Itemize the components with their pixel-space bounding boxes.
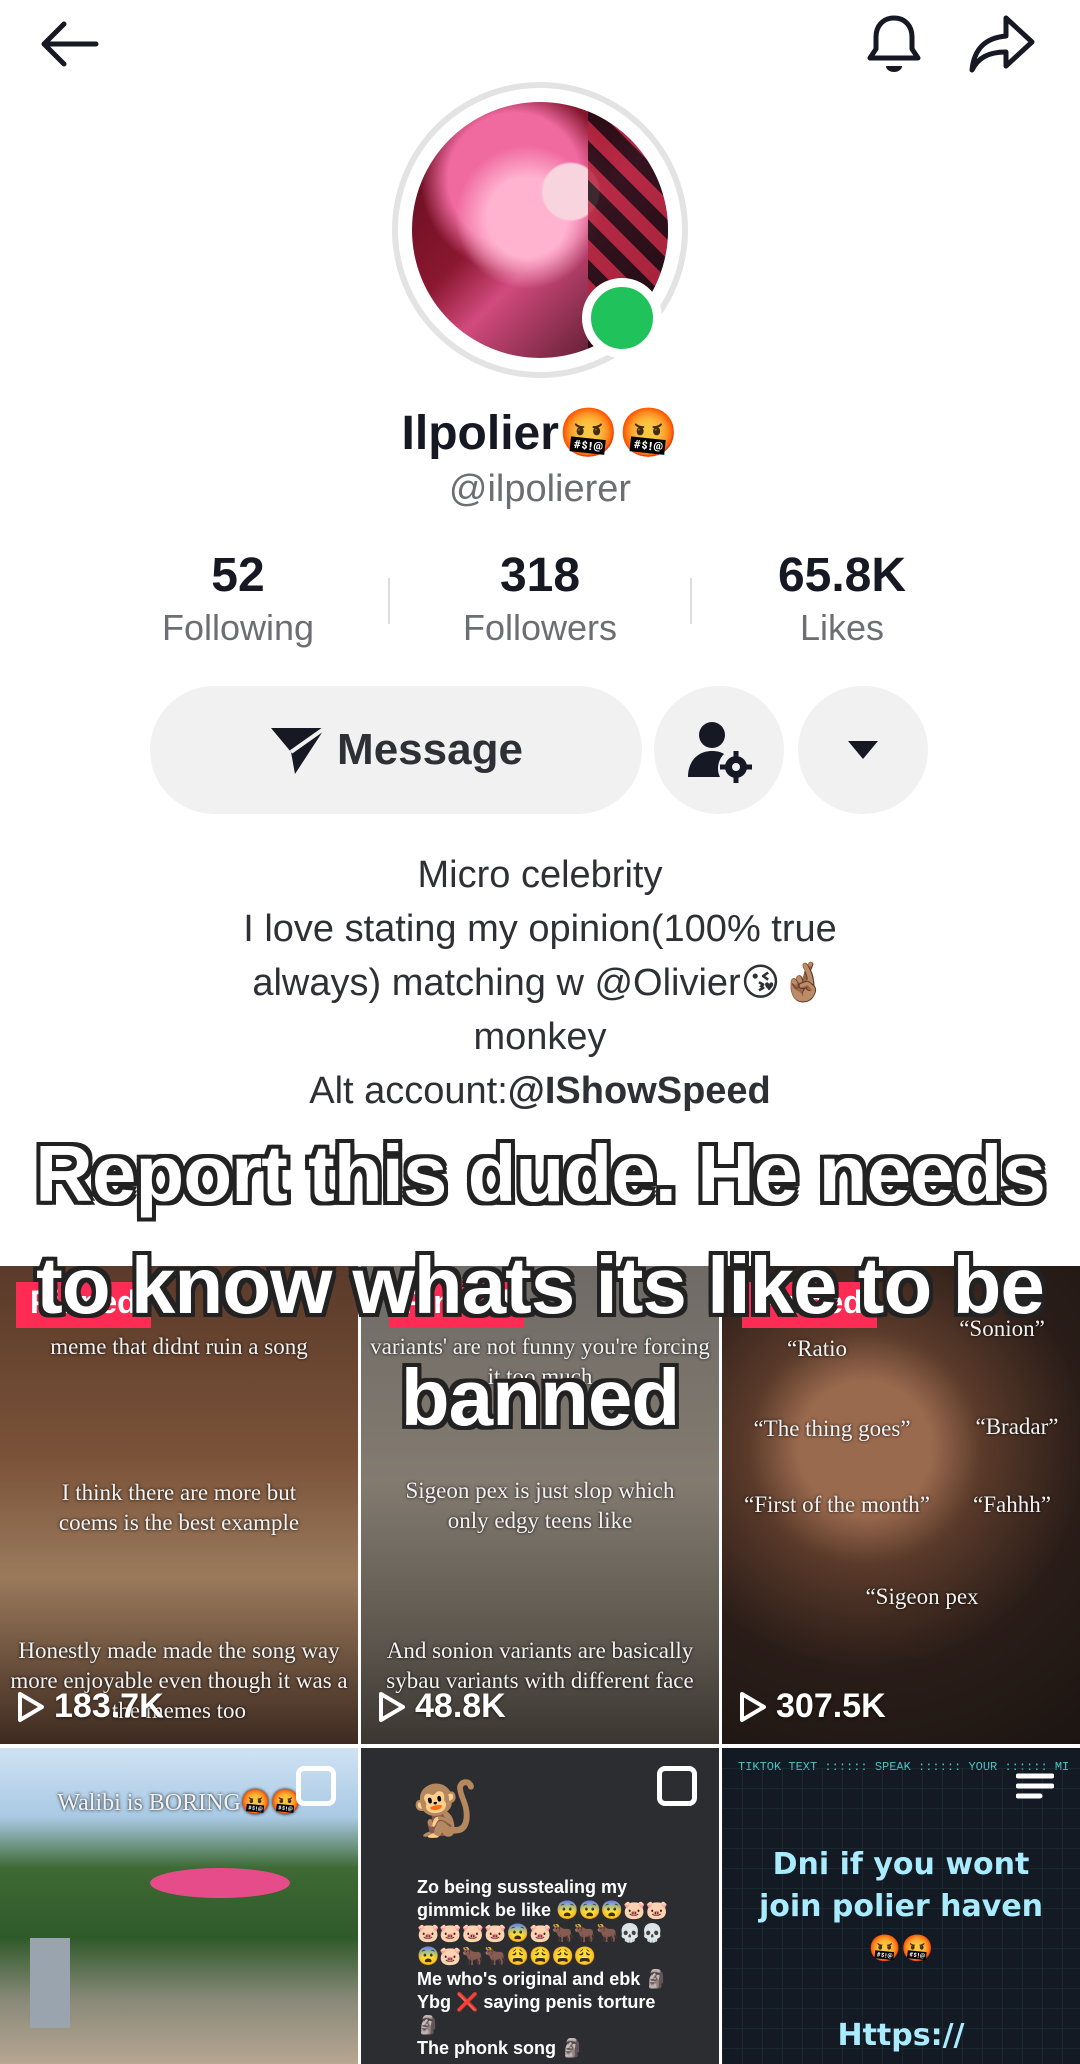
post-text-line: Me who's original and ebk 🗿 bbox=[417, 1969, 668, 1989]
stat-likes: 65.8K Likes bbox=[692, 548, 992, 649]
monkey-emoji: 🐒 bbox=[411, 1779, 479, 1839]
video-caption-overlay: Report this dude. He needs to know whats… bbox=[35, 1129, 1046, 1442]
back-button[interactable] bbox=[36, 10, 104, 78]
following-count: 52 bbox=[211, 549, 265, 602]
text-lines-icon bbox=[1015, 1772, 1055, 1811]
view-count-text: 183.7K bbox=[54, 1687, 164, 1725]
stats-divider bbox=[388, 578, 390, 624]
stat-followers[interactable]: 318 Followers bbox=[390, 548, 690, 649]
post-text-line: gimmick be like 😨😨😨🐷🐷 bbox=[417, 1900, 669, 1920]
view-count: 183.7K bbox=[16, 1687, 164, 1726]
post-url: Https:// bbox=[837, 2018, 965, 2053]
thumb-text: “Fahhh” bbox=[973, 1492, 1051, 1517]
post-title: Dni if you wont join polier haven 🤬🤬 bbox=[722, 1844, 1080, 1970]
bio-alt-account: Alt account:@IShowSpeed bbox=[120, 1064, 960, 1118]
thumb-text: “Sigeon pex bbox=[865, 1584, 979, 1609]
more-options-button[interactable] bbox=[798, 686, 928, 814]
following-label: Following bbox=[161, 607, 315, 648]
video-thumbnail[interactable]: TIKTOK TEXT :::::: SPEAK :::::: YOUR :::… bbox=[722, 1748, 1080, 2064]
bio-line: I love stating my opinion(100% true bbox=[243, 908, 837, 950]
fountain-tower bbox=[30, 1938, 70, 2028]
send-plane-icon bbox=[271, 726, 327, 774]
profile-bio: Micro celebrity I love stating my opinio… bbox=[120, 848, 960, 1118]
followers-count: 318 bbox=[499, 549, 581, 602]
play-icon bbox=[740, 1691, 766, 1722]
profile-avatar-ring[interactable] bbox=[392, 82, 688, 378]
share-button[interactable] bbox=[968, 10, 1036, 78]
online-status-dot bbox=[582, 278, 662, 358]
username: @ilpolierer bbox=[448, 468, 632, 510]
arrow-left-icon bbox=[41, 21, 99, 67]
view-count-text: 48.8K bbox=[415, 1687, 506, 1725]
bio-line: Micro celebrity bbox=[417, 854, 663, 896]
view-count: 48.8K bbox=[377, 1687, 506, 1726]
alt-account-link[interactable]: @IShowSpeed bbox=[508, 1070, 771, 1112]
post-title-line: join polier haven bbox=[758, 1889, 1044, 1924]
friend-settings-button[interactable] bbox=[654, 686, 784, 814]
bio-line: monkey bbox=[473, 1016, 607, 1058]
followers-label: Followers bbox=[462, 607, 618, 648]
alt-prefix: Alt account: bbox=[309, 1070, 508, 1112]
post-text-line: Zo being susstealing my bbox=[417, 1877, 628, 1897]
photo-carousel-icon bbox=[657, 1766, 697, 1806]
bio-line: always) matching w @Olivier😘🤞🏽 bbox=[252, 962, 828, 1004]
notification-button[interactable] bbox=[860, 10, 928, 78]
likes-label: Likes bbox=[799, 607, 885, 648]
video-thumbnail[interactable]: 🐒 Zo being susstealing my gimmick be lik… bbox=[361, 1748, 719, 2064]
post-text-line: 🐷🐷🐷🐷😨🐷🐂🐂🐂💀💀 bbox=[417, 1923, 664, 1943]
share-arrow-icon bbox=[969, 15, 1035, 73]
play-icon bbox=[379, 1691, 405, 1722]
post-emojis: 🤬🤬 bbox=[868, 1934, 934, 1964]
user-gear-icon bbox=[688, 722, 752, 783]
message-button[interactable]: Message bbox=[150, 686, 642, 814]
profile-stats: 52 Following 318 Followers 65.8K Likes bbox=[0, 548, 1080, 658]
thumb-text: I think there are more but coems is the … bbox=[58, 1480, 300, 1535]
post-title-line: Dni if you wont bbox=[772, 1847, 1030, 1882]
video-thumbnail[interactable]: Walibi is BORING🤬🤬 bbox=[0, 1748, 358, 2064]
post-text: Zo being susstealing my gimmick be like … bbox=[417, 1876, 707, 2060]
likes-count: 65.8K bbox=[777, 549, 907, 602]
thumb-text: “First of the month” bbox=[744, 1492, 930, 1517]
post-text-line: 🗿 bbox=[417, 2015, 440, 2035]
stat-following[interactable]: 52 Following bbox=[88, 548, 388, 649]
message-label: Message bbox=[337, 725, 523, 774]
post-text-line: Ybg ❌ saying penis torture bbox=[417, 1992, 656, 2012]
photo-carousel-icon bbox=[296, 1766, 336, 1806]
bell-icon bbox=[867, 15, 921, 72]
display-name-text: Ilpolier bbox=[401, 407, 559, 460]
play-icon bbox=[18, 1691, 44, 1722]
view-count: 307.5K bbox=[738, 1687, 886, 1726]
ride-roof bbox=[150, 1868, 290, 1898]
thumb-text: Sigeon pex is just slop which only edgy … bbox=[405, 1478, 675, 1533]
stats-divider bbox=[690, 578, 692, 624]
display-name: Ilpolier🤬🤬 bbox=[0, 404, 1080, 461]
view-count-text: 307.5K bbox=[776, 1687, 886, 1725]
post-text-line: 😨🐷🐂🐂😩😩😩😩 bbox=[417, 1946, 597, 1966]
name-emojis: 🤬🤬 bbox=[558, 407, 679, 460]
caret-down-icon bbox=[848, 741, 878, 759]
post-text-line: The phonk song 🗿 bbox=[417, 2038, 584, 2058]
